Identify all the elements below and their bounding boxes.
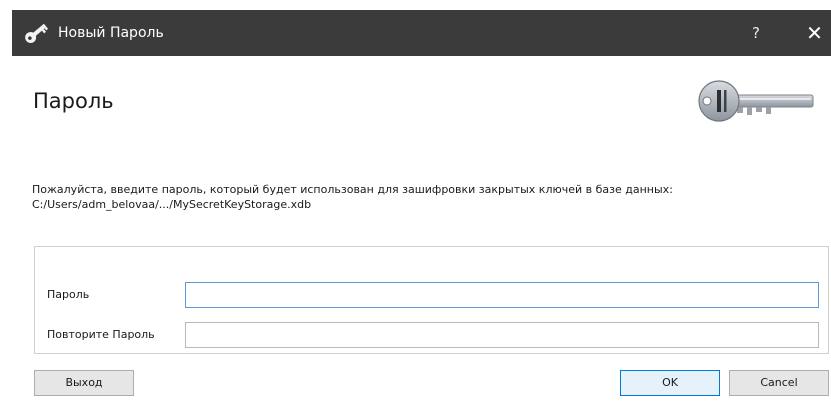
key-icon xyxy=(25,23,49,43)
page-title: Пароль xyxy=(33,89,114,113)
password-label: Пароль xyxy=(47,288,90,301)
ok-button[interactable]: OK xyxy=(620,370,720,396)
help-button[interactable]: ? xyxy=(738,18,774,48)
exit-button[interactable]: Выход xyxy=(34,370,134,396)
repeat-password-input[interactable] xyxy=(185,322,819,348)
close-button[interactable]: ✕ xyxy=(798,18,831,48)
cancel-button[interactable]: Cancel xyxy=(729,370,829,396)
key-icon xyxy=(698,80,814,122)
password-form: Пароль Повторите Пароль xyxy=(34,246,829,354)
password-input[interactable] xyxy=(185,282,819,308)
database-path: C:/Users/adm_belovaa/.../MySecretKeyStor… xyxy=(32,198,312,211)
repeat-password-label: Повторите Пароль xyxy=(47,328,155,341)
dialog-header: Пароль Пожалуйста, введите пароль, котор… xyxy=(12,56,831,236)
password-description: Пожалуйста, введите пароль, который буде… xyxy=(32,182,827,212)
title-bar[interactable]: Новый Пароль ? ✕ xyxy=(12,10,831,56)
window-title: Новый Пароль xyxy=(58,25,164,41)
new-password-dialog: Новый Пароль ? ✕ Пароль Пожалуйста, введ… xyxy=(12,10,831,407)
description-line: Пожалуйста, введите пароль, который буде… xyxy=(32,183,673,196)
